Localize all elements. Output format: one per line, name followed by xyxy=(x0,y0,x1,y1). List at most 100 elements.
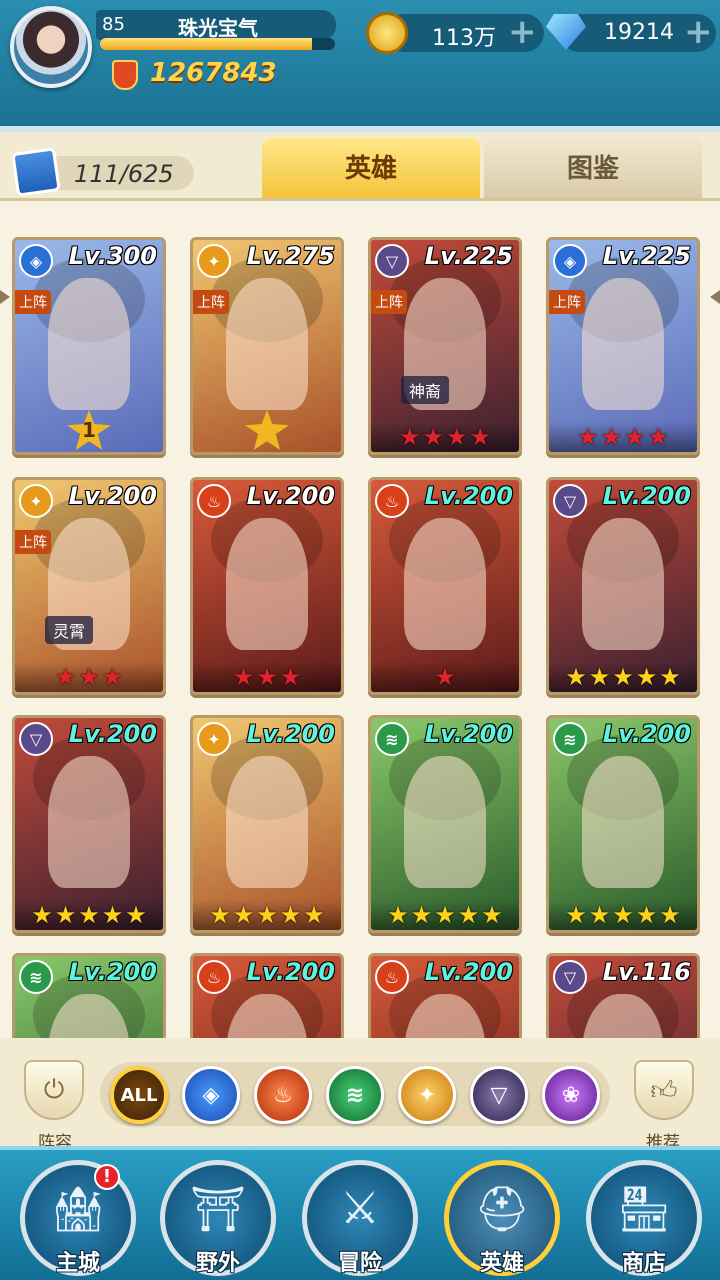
hero-card[interactable]: ▽ Lv.225 上阵 神裔 ★ ★ ★ ★ xyxy=(368,237,522,455)
filter-all[interactable]: ALL xyxy=(110,1066,168,1124)
hero-level: Lv.300 xyxy=(68,242,157,270)
star-icon: ★ xyxy=(612,663,634,691)
filter-fire-icon[interactable]: ♨ xyxy=(254,1066,312,1124)
star-icon: ★ xyxy=(635,663,658,691)
portal-icon: ⛩︎ xyxy=(190,1184,246,1235)
star-icon: ★ xyxy=(635,901,658,929)
hero-card[interactable]: ✦ Lv.275 上阵 xyxy=(190,237,344,455)
star-icon: ★ xyxy=(101,901,124,929)
hero-portrait xyxy=(581,756,665,888)
hero-level: Lv.200 xyxy=(246,958,335,986)
star-rating: ★ xyxy=(371,662,519,692)
star-icon: ★ xyxy=(469,423,492,451)
gem-amount: 19214 xyxy=(604,20,674,45)
star-icon: ★ xyxy=(446,423,468,451)
shop-icon: 🏪︎ xyxy=(616,1184,672,1235)
filter-light-icon[interactable]: ✦ xyxy=(398,1066,456,1124)
nav-heroes[interactable]: ⛑︎ 英雄 xyxy=(444,1160,560,1276)
hero-level: Lv.116 xyxy=(602,958,691,986)
hero-level: Lv.200 xyxy=(424,958,513,986)
hero-card[interactable]: ≋ Lv.200 ★ ★ ★ ★ ★ xyxy=(368,715,522,933)
star-icon: ★ xyxy=(387,901,409,929)
hero-card[interactable]: ♨ Lv.200 xyxy=(368,953,522,1038)
star-rating: ★ ★ ★ ★ ★ xyxy=(193,900,341,930)
hero-portrait xyxy=(403,518,487,650)
filter-void-icon[interactable]: ❀ xyxy=(542,1066,600,1124)
star-icon: ★ xyxy=(612,901,634,929)
on-team-badge: 上阵 xyxy=(15,530,51,554)
water-element-icon: ◈ xyxy=(19,244,53,278)
hero-portrait xyxy=(581,518,665,650)
thumbs-up-icon: 👍︎ xyxy=(650,1075,678,1106)
hero-portrait xyxy=(403,756,487,888)
gold-coin-icon xyxy=(366,12,408,54)
star-icon: ★ xyxy=(481,901,503,929)
star-rating: ★ ★ ★ xyxy=(15,662,163,692)
star-icon: ★ xyxy=(600,423,622,451)
player-avatar[interactable] xyxy=(10,6,92,88)
star-icon: ★ xyxy=(398,423,421,451)
player-level: 85 xyxy=(102,14,125,35)
star-rating: ★ ★ ★ ★ ★ xyxy=(549,662,697,692)
filter-water-icon[interactable]: ◈ xyxy=(182,1066,240,1124)
hero-level: Lv.225 xyxy=(602,242,691,270)
hero-card[interactable]: ▽ Lv.200 ★ ★ ★ ★ ★ xyxy=(546,477,700,695)
star-icon: ★ xyxy=(303,901,325,929)
star-icon: ★ xyxy=(434,663,456,691)
hero-card[interactable]: ♨ Lv.200 ★ xyxy=(368,477,522,695)
hero-card[interactable]: ✦ Lv.200 上阵 灵霄 ★ ★ ★ xyxy=(12,477,166,695)
star-rating: ★ ★ ★ ★ ★ xyxy=(549,900,697,930)
hero-level: Lv.200 xyxy=(424,720,513,748)
star-icon: ★ xyxy=(232,901,255,929)
lineup-button[interactable]: ⏻ xyxy=(24,1060,84,1120)
add-gold-button[interactable]: + xyxy=(508,12,537,52)
hero-portrait xyxy=(47,278,131,410)
hero-card[interactable]: ≋ Lv.200 xyxy=(12,953,166,1038)
star-icon: ★ xyxy=(54,901,77,929)
hero-faction-tag: 神裔 xyxy=(401,376,450,404)
hero-portrait xyxy=(225,518,309,650)
nav-wild[interactable]: ⛩︎ 野外 xyxy=(160,1160,276,1276)
hero-level: Lv.225 xyxy=(424,242,513,270)
hero-portrait xyxy=(225,278,309,410)
nav-heroes-label: 英雄 xyxy=(479,1251,524,1276)
hero-card[interactable]: ◈ Lv.300 上阵 1 xyxy=(12,237,166,455)
tab-codex[interactable]: 图鉴 xyxy=(484,138,702,200)
lineup-icon: ⏻ xyxy=(43,1074,65,1105)
hero-card[interactable]: ≋ Lv.200 ★ ★ ★ ★ ★ xyxy=(546,715,700,933)
star-icon: ★ xyxy=(565,663,587,691)
castle-icon: 🏰︎ xyxy=(50,1184,106,1235)
nav-shop[interactable]: 🏪︎ 商店 xyxy=(586,1160,702,1276)
filter-nature-icon[interactable]: ≋ xyxy=(326,1066,384,1124)
hero-card[interactable]: ◈ Lv.225 上阵 ★ ★ ★ ★ xyxy=(546,237,700,455)
hero-card[interactable]: ▽ Lv.116 xyxy=(546,953,700,1038)
hero-portrait xyxy=(581,278,665,410)
star-icon: ★ xyxy=(78,901,100,929)
exp-fill xyxy=(100,38,312,50)
star-icon: ★ xyxy=(209,901,231,929)
nature-element-icon: ≋ xyxy=(375,722,409,756)
gold-amount: 113万 xyxy=(432,26,496,51)
rank-badge xyxy=(245,410,289,450)
hero-portrait xyxy=(225,756,309,888)
hero-card[interactable]: ♨ Lv.200 ★ ★ ★ xyxy=(190,477,344,695)
star-icon: ★ xyxy=(101,663,124,691)
hero-card[interactable]: ♨ Lv.200 xyxy=(190,953,344,1038)
star-rating: ★ ★ ★ xyxy=(193,662,341,692)
nature-element-icon: ≋ xyxy=(19,960,53,994)
nav-adventure[interactable]: ⚔︎ 冒险 xyxy=(302,1160,418,1276)
star-icon: ★ xyxy=(588,901,611,929)
recommend-button[interactable]: 👍︎ xyxy=(634,1060,694,1120)
tab-heroes[interactable]: 英雄 xyxy=(262,138,480,200)
hero-cards-icon xyxy=(11,147,61,197)
fire-element-icon: ♨ xyxy=(197,960,231,994)
hero-card[interactable]: ✦ Lv.200 ★ ★ ★ ★ ★ xyxy=(190,715,344,933)
filter-dark-icon[interactable]: ▽ xyxy=(470,1066,528,1124)
hero-level: Lv.275 xyxy=(246,242,335,270)
star-icon: ★ xyxy=(54,663,77,691)
add-gems-button[interactable]: + xyxy=(684,12,713,52)
star-icon: ★ xyxy=(647,423,670,451)
star-rating: ★ ★ ★ ★ xyxy=(371,422,519,452)
nature-element-icon: ≋ xyxy=(553,722,587,756)
hero-card[interactable]: ▽ Lv.200 ★ ★ ★ ★ ★ xyxy=(12,715,166,933)
